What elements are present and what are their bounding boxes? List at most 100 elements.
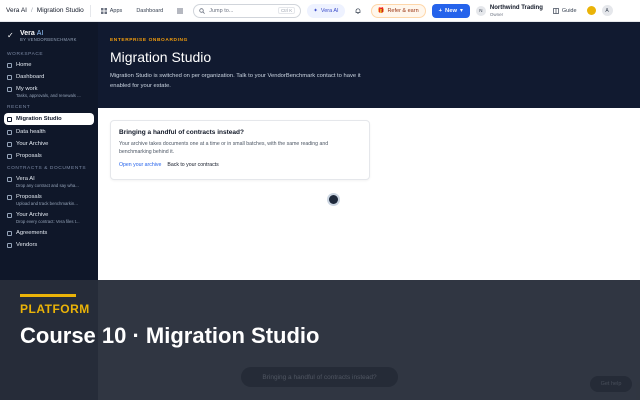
- main-content: Bringing a handful of contracts instead?…: [98, 108, 640, 280]
- sidebar-item-label: Dashboard: [16, 74, 45, 80]
- dashboard-icon: [7, 75, 12, 80]
- sidebar-item-label: Your Archive: [16, 141, 49, 147]
- sidebar-item-my-work[interactable]: My work Tasks, approvals, and renewals ..…: [0, 83, 98, 101]
- breadcrumb-page: Migration Studio: [36, 7, 84, 14]
- card-body: Your archive takes documents one at a ti…: [119, 141, 329, 155]
- sidebar-item-label: Agreements: [16, 230, 48, 236]
- breadcrumb-separator: /: [30, 7, 33, 14]
- bell-icon: [355, 7, 360, 14]
- section-recent: RECENT: [7, 105, 31, 110]
- vera-ai-button[interactable]: ✦ Vera AI: [307, 3, 345, 18]
- sidebar-item-dashboard[interactable]: Dashboard: [0, 71, 98, 83]
- avatar[interactable]: A: [601, 5, 613, 16]
- guide-button[interactable]: Guide: [549, 6, 581, 16]
- tasks-icon: [7, 87, 12, 92]
- search-icon: [199, 7, 206, 14]
- sidebar-item-label: Data health: [16, 129, 46, 135]
- sidebar-item-label: Migration Studio: [16, 116, 62, 122]
- divider: [89, 4, 91, 17]
- overlay-title: Course 10 · Migration Studio: [20, 323, 320, 348]
- sidebar-item-label: Vendors: [16, 242, 38, 248]
- new-label: New: [445, 7, 457, 14]
- sidebar-item-archive[interactable]: Your Archive: [0, 138, 98, 150]
- menu-button[interactable]: [173, 6, 187, 16]
- card-links: Open your archive Back to your contracts: [119, 162, 361, 168]
- sidebar-item-archive-2[interactable]: Your Archive Drop every contract: Vera fi…: [0, 209, 98, 227]
- loading-spinner: [329, 195, 338, 204]
- sidebar-item-label: Proposals: [16, 153, 42, 159]
- sidebar-item-agreements[interactable]: Agreements: [0, 227, 98, 239]
- sidebar-item-sub: Upload and track benchmarkin...: [16, 201, 78, 206]
- refer-earn-button[interactable]: 🎁 Refer & earn: [370, 3, 426, 18]
- sidebar-item-proposals[interactable]: Proposals: [0, 150, 98, 162]
- refer-earn-label: Refer & earn: [387, 7, 419, 14]
- home-icon: [7, 63, 12, 68]
- org-switcher[interactable]: N Northwind Trading Owner: [475, 5, 543, 17]
- card-title: Bringing a handful of contracts instead?: [119, 129, 244, 136]
- sidebar-item-vera-ai[interactable]: Vera AI Drop any contract and say wha...: [0, 173, 98, 191]
- sidebar-item-sub: Drop any contract and say wha...: [16, 183, 79, 188]
- sidebar-item-home[interactable]: Home: [0, 59, 98, 71]
- archive-icon: [7, 142, 12, 147]
- dashboard-button[interactable]: Dashboard: [132, 6, 167, 16]
- overlay-rule: [20, 294, 76, 297]
- document-icon: [7, 231, 12, 236]
- archive-icon: [7, 213, 12, 218]
- top-bar: Vera AI / Migration Studio Apps Dashboar…: [0, 0, 640, 22]
- org-role: Owner: [489, 11, 504, 17]
- help-button[interactable]: Get help: [590, 376, 632, 392]
- sidebar-item-migration-studio[interactable]: Migration Studio: [4, 113, 94, 125]
- coin-icon[interactable]: [586, 6, 596, 15]
- logo-icon: ✓: [7, 31, 14, 40]
- sidebar-item-label: Your Archive: [16, 212, 49, 218]
- guide-label: Guide: [561, 7, 577, 14]
- gift-icon: 🎁: [377, 7, 385, 14]
- vera-ai-label: Vera AI: [320, 7, 339, 14]
- course-overlay: PLATFORM Course 10 · Migration Studio Br…: [0, 280, 640, 400]
- migration-icon: [7, 117, 12, 122]
- sidebar-item-label: Proposals: [16, 194, 42, 200]
- brand-name: Vera AI: [20, 30, 77, 37]
- brand[interactable]: ✓ Vera AI BY VENDORBENCHMARK: [0, 22, 98, 48]
- notifications-button[interactable]: [351, 6, 365, 16]
- page-eyebrow: ENTERPRISE ONBOARDING: [110, 38, 188, 43]
- apps-button[interactable]: Apps: [97, 6, 127, 16]
- section-contracts: CONTRACTS & DOCUMENTS: [7, 166, 87, 171]
- overlay-tag: PLATFORM: [20, 302, 90, 316]
- proposals-icon: [7, 154, 12, 159]
- chevron-down-icon: ▾: [459, 7, 463, 14]
- sparkle-icon: [7, 177, 12, 182]
- brand-name-text: Vera: [20, 30, 35, 37]
- health-icon: [7, 130, 12, 135]
- new-button[interactable]: + New ▾: [431, 3, 470, 18]
- info-card: Bringing a handful of contracts instead?…: [110, 120, 370, 180]
- search-placeholder: Jump to...: [209, 7, 234, 14]
- grid-icon: [100, 7, 107, 14]
- search-shortcut: Ctrl K: [277, 7, 296, 14]
- open-archive-link[interactable]: Open your archive: [119, 162, 161, 168]
- back-to-contracts-link[interactable]: Back to your contracts: [167, 162, 218, 168]
- sidebar-item-label: My work: [16, 86, 38, 92]
- sidebar-item-vendors[interactable]: Vendors: [0, 239, 98, 251]
- page-description: Migration Studio is switched on per orga…: [110, 73, 361, 89]
- upload-icon: [7, 195, 12, 200]
- sidebar-item-label: Vera AI: [16, 176, 35, 182]
- menu-icon: [177, 8, 184, 13]
- vendors-icon: [7, 243, 12, 248]
- page-title: Migration Studio: [110, 49, 212, 65]
- page-header: ENTERPRISE ONBOARDING Migration Studio M…: [98, 22, 640, 108]
- sidebar-item-proposals-2[interactable]: Proposals Upload and track benchmarkin...: [0, 191, 98, 209]
- sidebar-item-data-health[interactable]: Data health: [0, 126, 98, 138]
- sidebar-item-label: Home: [16, 62, 32, 68]
- search-input[interactable]: Jump to... Ctrl K: [193, 3, 302, 18]
- sparkle-icon: ✦: [313, 7, 318, 14]
- brand-sub: BY VENDORBENCHMARK: [20, 37, 77, 42]
- book-icon: [553, 7, 559, 14]
- apps-label: Apps: [109, 7, 123, 14]
- breadcrumb: Vera AI / Migration Studio: [6, 7, 84, 14]
- brand-suffix: AI: [36, 30, 44, 37]
- plus-icon: +: [438, 7, 443, 14]
- breadcrumb-app[interactable]: Vera AI: [6, 7, 27, 14]
- sidebar-item-sub: Tasks, approvals, and renewals ...: [16, 93, 81, 98]
- org-badge: N: [475, 5, 486, 16]
